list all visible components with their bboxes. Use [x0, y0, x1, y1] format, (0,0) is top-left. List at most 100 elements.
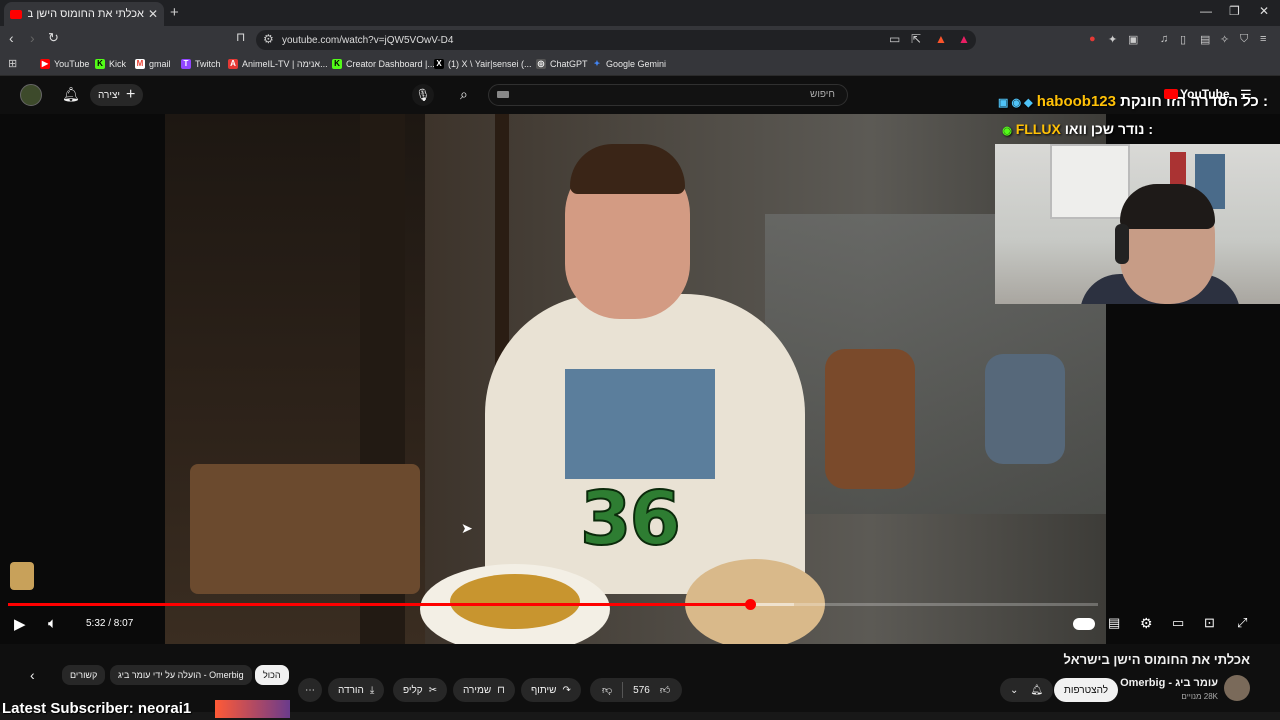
search-placeholder: חיפוש: [810, 89, 835, 100]
chat-overlay-line2: ◉ FLLUX נודר שכן וואו :: [1002, 121, 1153, 137]
webcam-feed: [995, 144, 1280, 304]
like-icon[interactable]: 👍︎: [660, 684, 670, 696]
clip-button[interactable]: קליפ ✂: [393, 678, 448, 702]
dislike-icon[interactable]: 👎︎: [602, 684, 612, 696]
wallet-icon[interactable]: ▤: [1200, 33, 1210, 46]
mouse-cursor-icon: ➤: [461, 520, 473, 536]
media-icon[interactable]: ♫: [1160, 33, 1168, 45]
bookmark-gemini[interactable]: ✦ Google Gemini: [592, 57, 666, 71]
avatar[interactable]: [20, 84, 42, 106]
share-icon[interactable]: ⇱: [911, 32, 921, 46]
share-icon: ↷: [562, 684, 571, 696]
chips-scroll-left-icon[interactable]: ‹: [30, 667, 35, 683]
search-icon[interactable]: ⌕: [460, 86, 468, 103]
restore-icon[interactable]: ❐: [1229, 4, 1240, 18]
search-input[interactable]: [488, 84, 848, 106]
video-title: אכלתי את החומוס הישן בישראל: [1063, 652, 1250, 667]
kick-badge-icon: ◉: [1002, 125, 1012, 137]
join-button[interactable]: להצטרפות: [1054, 678, 1119, 702]
notifications-bell-icon[interactable]: 🔔︎: [62, 86, 80, 103]
hamburger-menu-icon[interactable]: ☰: [1240, 87, 1252, 103]
browser-tab-bar: [0, 0, 1280, 26]
chevron-down-icon: ⌄: [1010, 684, 1019, 696]
scissors-icon: ✂: [428, 684, 438, 696]
play-icon[interactable]: ▶: [14, 615, 26, 633]
bookmark-x[interactable]: X (1) X \ Yair|sensei (...: [434, 57, 532, 71]
youtube-favicon-icon: [10, 9, 22, 19]
back-icon[interactable]: ‹: [9, 30, 14, 46]
site-info-icon[interactable]: ⚙: [263, 32, 274, 46]
streamer-emote-icon: [10, 562, 34, 590]
install-icon[interactable]: ▭: [889, 32, 900, 46]
new-tab-icon[interactable]: +: [170, 4, 179, 21]
url-text: youtube.com/watch?v=jQW5VOwV-D4: [282, 34, 454, 46]
channel-avatar[interactable]: [1224, 675, 1250, 701]
forward-icon[interactable]: ›: [30, 30, 35, 46]
thumbnail[interactable]: [215, 700, 290, 718]
brave-shield-icon[interactable]: ▲: [935, 32, 947, 46]
address-bar[interactable]: youtube.com/watch?v=jQW5VOwV-D4: [256, 30, 976, 50]
keyboard-icon[interactable]: [497, 91, 509, 98]
bookmark-gmail[interactable]: Mgmail: [135, 57, 171, 71]
chip-uploaded-by[interactable]: הועלה על ידי עומר ביג - Omerbig: [110, 665, 252, 685]
download-icon: ⤓: [369, 684, 375, 696]
menu-icon[interactable]: ≡: [1260, 33, 1266, 45]
apps-grid-icon[interactable]: ⊞: [8, 57, 17, 70]
chat-message-2: נודר שכן וואו :: [1064, 121, 1153, 137]
bookmark-twitch[interactable]: T Twitch: [181, 57, 221, 71]
plus-icon: +: [126, 86, 136, 103]
leo-ai-icon[interactable]: ✧: [1220, 33, 1229, 46]
bookmark-creator-dashboard[interactable]: K Creator Dashboard |...: [332, 57, 435, 71]
progress-played: [8, 603, 750, 606]
close-tab-icon[interactable]: ✕: [148, 7, 158, 21]
voice-search-icon[interactable]: 🎙︎: [412, 84, 434, 106]
youtube-logo-icon: [1164, 89, 1178, 99]
recommended-strip: [0, 712, 1280, 720]
more-actions-icon[interactable]: ⋯: [298, 678, 322, 702]
bookmark-kick[interactable]: K Kick: [95, 57, 126, 71]
subscribed-button[interactable]: ⌄ 🔔︎: [1000, 678, 1054, 702]
volume-icon[interactable]: 🔈︎: [48, 615, 57, 632]
chip-related[interactable]: קשורים: [62, 665, 106, 685]
close-window-icon[interactable]: ✕: [1259, 4, 1269, 18]
youtube-logo-text: YouTube: [1180, 87, 1230, 101]
fullscreen-icon[interactable]: ⤢: [1237, 615, 1247, 631]
divider: [622, 682, 624, 698]
platform-icons: ▣ ◉ ◆: [998, 97, 1033, 109]
browser-tab[interactable]: אכלתי את החומוס הישן בישראל ✕: [4, 2, 164, 26]
extensions-icon[interactable]: ✦: [1108, 33, 1117, 46]
vpn-icon[interactable]: ⛉: [1240, 33, 1248, 46]
chat-username: haboob123: [1036, 93, 1116, 110]
minimize-icon[interactable]: —: [1200, 4, 1212, 18]
subscriber-count: 28K מנויים: [1181, 692, 1218, 701]
autoplay-toggle[interactable]: [1073, 618, 1095, 630]
bookmark-icon[interactable]: ⊓: [236, 30, 245, 44]
video-frame: [165, 114, 1106, 644]
record-extension-icon[interactable]: ●: [1089, 33, 1096, 45]
chat-username-2: FLLUX: [1015, 121, 1061, 137]
bookmark-animeil[interactable]: A AnimeIL-TV | אנימה...: [228, 57, 328, 71]
like-count[interactable]: 576: [633, 685, 650, 696]
extension-box-icon[interactable]: ▣: [1128, 33, 1138, 46]
bookmark-save-icon: ⊓: [497, 684, 505, 696]
reload-icon[interactable]: ↻: [48, 30, 59, 46]
rewards-icon[interactable]: ▲: [958, 32, 970, 46]
sidebar-icon[interactable]: ▯: [1180, 33, 1186, 46]
download-button[interactable]: הורדה ⤓: [328, 678, 385, 702]
channel-name[interactable]: Omerbig - עומר ביג: [1120, 677, 1218, 689]
bookmark-youtube[interactable]: ▶ YouTube: [40, 57, 89, 71]
subtitles-icon[interactable]: ▤: [1108, 615, 1120, 631]
save-button[interactable]: שמירה ⊓: [453, 678, 515, 702]
video-overlay-number: 36: [579, 475, 682, 563]
buffer-bar: [750, 603, 794, 606]
share-button[interactable]: שיתוף ↷: [521, 678, 581, 702]
bell-icon: 🔔︎: [1030, 684, 1044, 696]
like-dislike-group: 👎︎ 576 👍︎: [590, 678, 683, 702]
create-button[interactable]: יצירה +: [90, 84, 144, 106]
settings-gear-icon[interactable]: ⚙: [1140, 615, 1153, 632]
bookmark-chatgpt[interactable]: ◎ ChatGPT: [536, 57, 588, 71]
scrubber-handle[interactable]: [745, 599, 756, 610]
cast-icon[interactable]: ⊡: [1204, 615, 1215, 631]
chip-all[interactable]: הכול: [255, 665, 289, 685]
theater-mode-icon[interactable]: ▭: [1172, 615, 1184, 631]
